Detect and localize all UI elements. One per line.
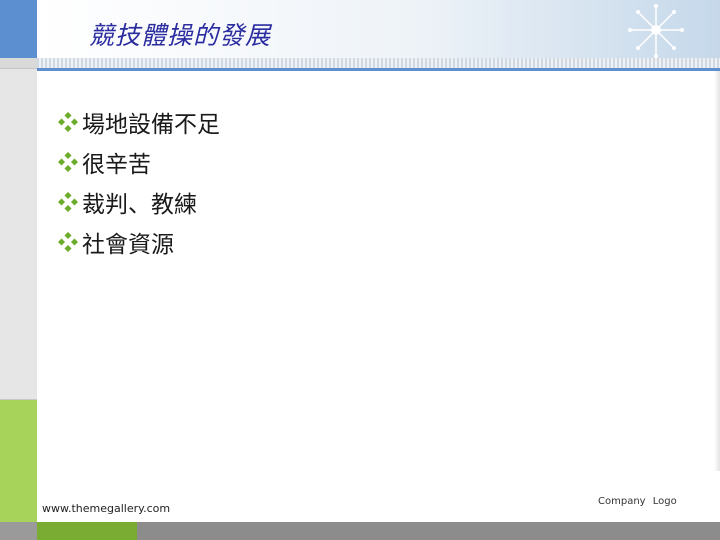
header-divider [37, 68, 720, 71]
bullet-list: 場地設備不足 很辛苦 裁判、教練 社會資源 [58, 102, 220, 262]
right-edge-shadow [714, 71, 720, 471]
diamond-bullet-icon [58, 152, 78, 172]
slide-header: 競技體操的發展 [37, 0, 720, 58]
slide-title: 競技體操的發展 [89, 21, 272, 50]
footer-green-segment [37, 522, 137, 540]
bullet-text: 社會資源 [82, 232, 174, 258]
bullet-text: 很辛苦 [82, 152, 151, 178]
sidebar-grey-panel [0, 69, 37, 400]
sunburst-logo-icon [628, 4, 684, 58]
bullet-text: 場地設備不足 [82, 112, 220, 138]
diamond-bullet-icon [58, 232, 78, 252]
footer-url: www.themegallery.com [42, 502, 171, 515]
diamond-bullet-icon [58, 192, 78, 212]
list-item: 場地設備不足 [58, 102, 220, 142]
footer-bar [37, 522, 720, 540]
bullet-text: 裁判、教練 [82, 192, 197, 218]
list-item: 很辛苦 [58, 142, 220, 182]
footer-grey-segment [137, 522, 720, 540]
sidebar-blue-block [0, 0, 37, 58]
list-item: 社會資源 [58, 222, 220, 262]
list-item: 裁判、教練 [58, 182, 220, 222]
header-stripe-band [37, 58, 720, 68]
company-logo-text: Company Logo [598, 496, 677, 507]
sidebar-green-block [0, 400, 37, 522]
sidebar-grey-band [0, 58, 37, 69]
sidebar-bottom-block [0, 522, 37, 540]
diamond-bullet-icon [58, 112, 78, 132]
